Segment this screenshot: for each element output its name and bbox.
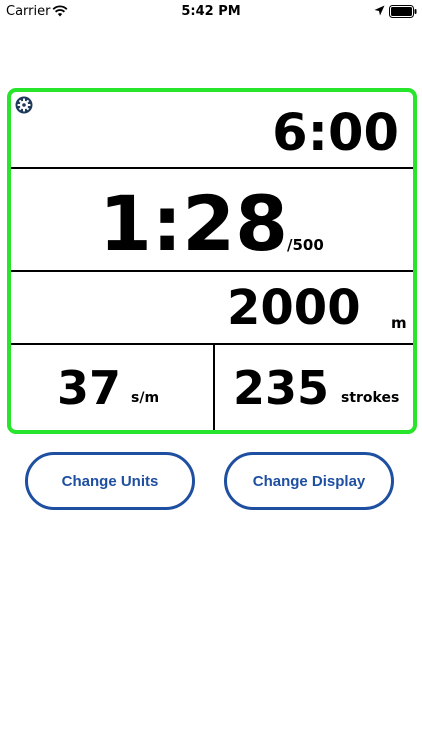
stroke-stats-divider: [213, 345, 215, 430]
stroke-rate-value: 37: [57, 361, 122, 415]
change-units-button[interactable]: Change Units: [25, 452, 195, 510]
stroke-count-value: 235: [233, 361, 330, 415]
pace-unit: /500: [287, 236, 324, 254]
elapsed-time-row: 6:00: [11, 92, 413, 169]
stroke-rate-unit: s/m: [131, 390, 160, 406]
change-display-button[interactable]: Change Display: [224, 452, 394, 510]
distance-row: 2000 m: [11, 272, 413, 345]
rowing-monitor-display: 6:00 1:28 /500 2000 m 37 s/m 235 strokes: [7, 88, 417, 434]
distance-value: 2000: [227, 280, 361, 336]
gear-icon[interactable]: [15, 96, 33, 114]
distance-unit: m: [391, 314, 407, 332]
pace-row: 1:28 /500: [11, 169, 413, 272]
elapsed-time-value: 6:00: [272, 104, 399, 163]
stroke-count-unit: strokes: [341, 390, 400, 406]
battery-icon: [389, 5, 417, 18]
stroke-stats-row: 37 s/m 235 strokes: [11, 345, 413, 430]
pace-value: 1:28: [99, 179, 289, 268]
status-bar: Carrier 5:42 PM: [0, 0, 422, 24]
status-time: 5:42 PM: [181, 4, 241, 19]
location-icon: [374, 5, 385, 16]
